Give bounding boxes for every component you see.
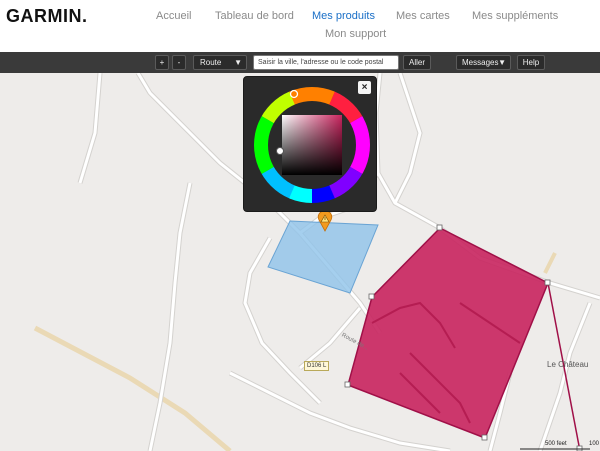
map-toolbar: + - Route ▼ Saisir la ville, l'adresse o… [0, 52, 600, 73]
go-button[interactable]: Aller [403, 55, 431, 70]
help-button[interactable]: Help [517, 55, 545, 70]
nav-mon-support[interactable]: Mon support [325, 28, 386, 40]
road-number-label: D106 L [304, 361, 330, 371]
place-label: Le Château [547, 360, 589, 369]
zoom-out-button[interactable]: - [172, 55, 186, 70]
hue-ring[interactable] [252, 85, 372, 205]
dropdown-arrow-icon: ▼ [498, 58, 506, 67]
nav-tableau-de-bord[interactable]: Tableau de bord [215, 10, 294, 22]
tan-road [543, 252, 557, 274]
value-overlay [282, 115, 342, 175]
warning-marker-icon[interactable] [316, 210, 334, 232]
nav-mes-cartes[interactable]: Mes cartes [396, 10, 450, 22]
messages-select[interactable]: Messages ▼ [456, 55, 511, 70]
selected-polygon[interactable] [347, 227, 549, 439]
nav-accueil[interactable]: Accueil [156, 10, 191, 22]
route-select[interactable]: Route ▼ [193, 55, 247, 70]
nav-mes-produits[interactable]: Mes produits [312, 10, 375, 22]
color-handle[interactable] [276, 147, 284, 155]
logo-text: GARMIN. [6, 6, 88, 26]
messages-select-value: Messages [462, 58, 499, 67]
dropdown-arrow-icon: ▼ [234, 58, 242, 67]
app-header: GARMIN. Accueil Tableau de bord Mes prod… [0, 0, 600, 52]
zoom-in-button[interactable]: + [155, 55, 169, 70]
garmin-logo[interactable]: GARMIN. [6, 6, 88, 27]
nav-mes-supplements[interactable]: Mes suppléments [472, 10, 558, 22]
color-picker-popup[interactable]: × [243, 76, 377, 212]
tan-road [33, 325, 232, 451]
scale-feet-label: 500 feet [545, 441, 567, 447]
scale-partial-label: 100 [589, 441, 600, 447]
search-input[interactable]: Saisir la ville, l'adresse ou le code po… [253, 55, 399, 70]
route-select-value: Route [200, 58, 222, 67]
